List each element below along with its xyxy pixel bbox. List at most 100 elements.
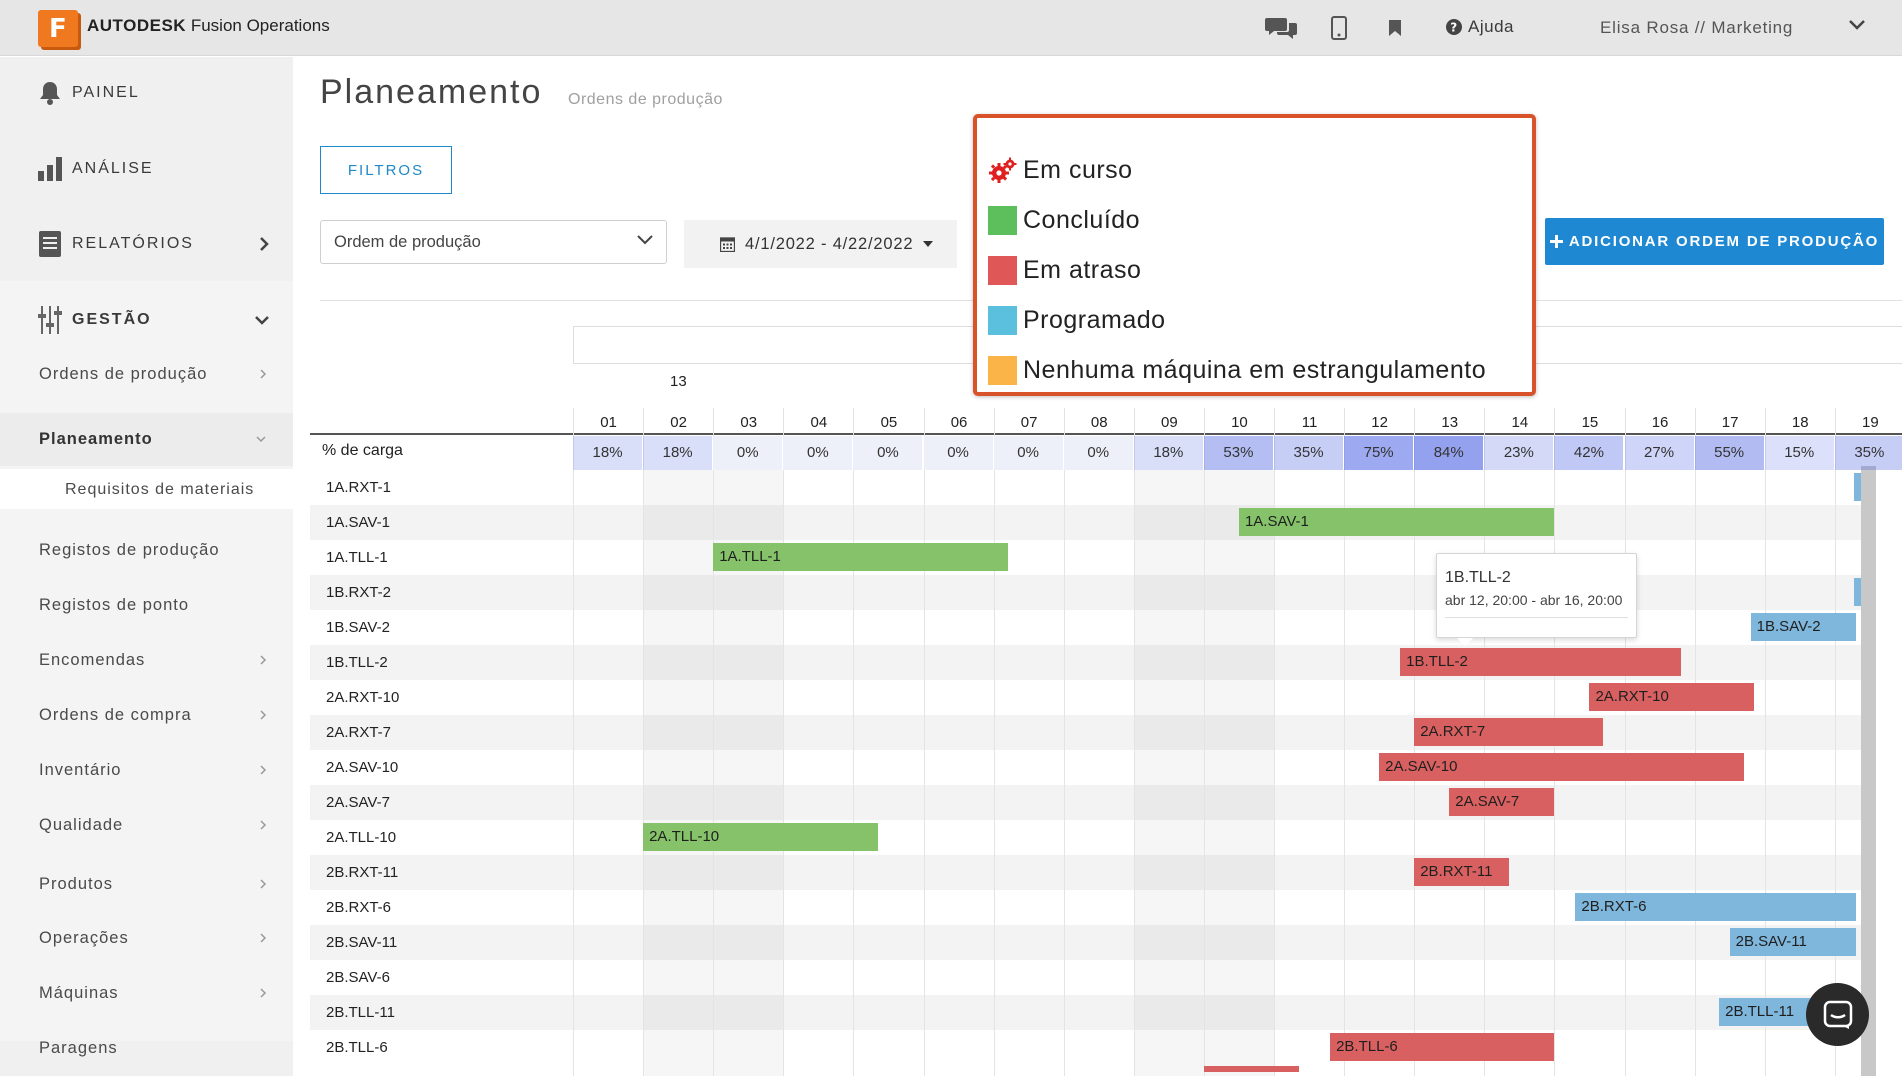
calendar-icon: [720, 237, 735, 252]
gantt-bar-late[interactable]: 2A.RXT-7: [1414, 718, 1604, 746]
sidebar-item-registos-producao[interactable]: Registos de produção: [39, 535, 267, 565]
chat-icon[interactable]: [1265, 13, 1297, 43]
user-name[interactable]: Elisa Rosa // Marketing: [1600, 18, 1793, 38]
day-header: 01: [573, 408, 643, 438]
sidebar-item-ordens-producao[interactable]: Ordens de produção: [39, 359, 267, 389]
help-link[interactable]: ? Ajuda: [1446, 17, 1514, 37]
row-label: 2B.TLL-6: [326, 1039, 388, 1056]
legend-swatch: [988, 356, 1017, 385]
sidebar-item-label: Produtos: [39, 874, 114, 893]
day-header: 17: [1694, 408, 1765, 438]
sidebar-item-label: Ordens de produção: [39, 364, 208, 383]
sidebar-item-label: Planeamento: [39, 429, 153, 448]
load-cell: 0%: [783, 436, 853, 470]
tooltip-title: 1B.TLL-2: [1445, 569, 1511, 586]
help-icon: ?: [1446, 19, 1462, 35]
row-label: 2B.SAV-11: [326, 934, 398, 951]
sidebar-item-encomendas[interactable]: Encomendas: [39, 645, 267, 675]
legend-swatch: [988, 256, 1017, 285]
day-header: 13: [1414, 408, 1484, 438]
bookmark-icon[interactable]: [1388, 13, 1402, 43]
sidebar-item-label: Qualidade: [39, 815, 124, 834]
sidebar-item-requisitos-materiais[interactable]: Requisitos de materiais: [65, 475, 293, 505]
status-legend: Em curso Concluído Em atraso Programado …: [973, 114, 1536, 396]
gantt-bar-late[interactable]: 1B.TLL-2: [1400, 648, 1681, 676]
legend-item-programado: Programado: [988, 306, 1166, 335]
sidebar-item-gestao[interactable]: GESTÃO: [38, 300, 278, 340]
sidebar-item-relatorios[interactable]: RELATÓRIOS: [38, 224, 278, 264]
column-line: [923, 436, 925, 1076]
sidebar-item-produtos[interactable]: Produtos: [39, 869, 267, 899]
legend-item-em-atraso: Em atraso: [988, 256, 1141, 285]
sidebar-item-qualidade[interactable]: Qualidade: [39, 810, 267, 840]
column-line: [1133, 436, 1135, 1076]
sidebar-item-analise[interactable]: ANÁLISE: [38, 149, 278, 189]
sidebar: PAINEL ANÁLISE RELATÓRIOS GESTÃO Ordens …: [0, 57, 293, 1076]
date-range-picker[interactable]: 4/1/2022 - 4/22/2022: [684, 220, 957, 268]
sidebar-item-ordens-compra[interactable]: Ordens de compra: [39, 700, 267, 730]
gantt-bar-late[interactable]: 2B.RXT-11: [1414, 858, 1509, 886]
chat-launcher-button[interactable]: [1806, 983, 1869, 1046]
gantt-bar-scheduled[interactable]: 2B.RXT-6: [1575, 893, 1856, 921]
row-label: 1B.TLL-2: [326, 654, 388, 671]
mobile-icon[interactable]: [1331, 13, 1347, 43]
gears-icon: [989, 157, 1017, 183]
svg-text:?: ?: [1450, 21, 1457, 35]
row-label: 2A.RXT-10: [326, 689, 400, 706]
gantt-bar-done[interactable]: 1A.SAV-1: [1238, 508, 1555, 536]
sidebar-item-operacoes[interactable]: Operações: [39, 923, 267, 953]
day-header: 09: [1133, 408, 1204, 438]
gantt-bar-late[interactable]: [1203, 1066, 1299, 1072]
gantt-row: [310, 540, 1902, 575]
brand-name: AUTODESK: [87, 16, 187, 35]
sidebar-item-label: Registos de ponto: [39, 595, 190, 614]
date-range-value: 4/1/2022 - 4/22/2022: [745, 234, 914, 253]
sidebar-item-label: Paragens: [39, 1038, 118, 1057]
sidebar-item-paragens[interactable]: Paragens: [39, 1033, 267, 1063]
chevron-down-icon[interactable]: [1848, 18, 1866, 37]
legend-item-sem-estrangulamento: Nenhuma máquina em estrangulamento: [988, 356, 1486, 385]
sidebar-item-registos-ponto[interactable]: Registos de ponto: [39, 590, 267, 620]
gantt-bar-late[interactable]: 2A.SAV-10: [1379, 753, 1744, 781]
sidebar-item-painel[interactable]: PAINEL: [38, 73, 278, 113]
gantt-row: [310, 575, 1902, 610]
gantt-bar-done[interactable]: 1A.TLL-1: [713, 543, 1008, 571]
day-header: 08: [1063, 408, 1134, 438]
gantt-bar-scheduled[interactable]: [1854, 473, 1861, 501]
load-label: % de carga: [322, 442, 403, 459]
day-header: 14: [1484, 408, 1554, 438]
vertical-scrollbar[interactable]: [1861, 466, 1876, 1076]
gantt-bar-late[interactable]: 2B.TLL-6: [1330, 1033, 1555, 1061]
gantt-bar-late[interactable]: 2A.RXT-10: [1589, 683, 1755, 711]
sidebar-item-label: Operações: [39, 928, 129, 947]
fusion-logo-icon[interactable]: F: [38, 10, 78, 47]
gantt-bar-done[interactable]: 2A.TLL-10: [643, 823, 878, 851]
load-cell: 0%: [713, 436, 783, 470]
sidebar-item-planeamento[interactable]: Planeamento: [39, 424, 267, 454]
load-cell: 23%: [1484, 436, 1554, 470]
chevron-down-icon: [637, 235, 653, 245]
scrollbar-track: [1876, 466, 1902, 1076]
row-label: 2B.RXT-11: [326, 864, 399, 881]
column-shade: [643, 470, 713, 1076]
gantt-row: [310, 470, 1902, 505]
load-cell: 55%: [1694, 436, 1764, 470]
chevron-right-icon: [260, 988, 267, 998]
load-cell: 18%: [573, 436, 643, 470]
load-cell: 27%: [1624, 436, 1694, 470]
sidebar-item-maquinas[interactable]: Máquinas: [39, 978, 267, 1008]
column-shade: [1134, 470, 1204, 1076]
chevron-down-icon: [256, 436, 266, 443]
gantt-bar-late[interactable]: 2A.SAV-7: [1449, 788, 1555, 816]
gantt-bar-scheduled[interactable]: 1B.SAV-2: [1750, 613, 1856, 641]
column-line: [1203, 436, 1205, 1076]
order-type-select[interactable]: Ordem de produção: [320, 220, 667, 264]
gantt-bar-scheduled[interactable]: 2B.SAV-11: [1729, 928, 1856, 956]
add-production-order-button[interactable]: ADICIONAR ORDEM DE PRODUÇÃO: [1545, 218, 1884, 265]
column-line: [783, 436, 785, 1076]
gantt-bar-scheduled[interactable]: [1854, 578, 1861, 606]
sidebar-item-inventario[interactable]: Inventário: [39, 755, 267, 785]
filters-button[interactable]: FILTROS: [320, 146, 452, 194]
add-order-label: ADICIONAR ORDEM DE PRODUÇÃO: [1568, 233, 1880, 250]
chat-bubble-icon: [1823, 1000, 1852, 1029]
